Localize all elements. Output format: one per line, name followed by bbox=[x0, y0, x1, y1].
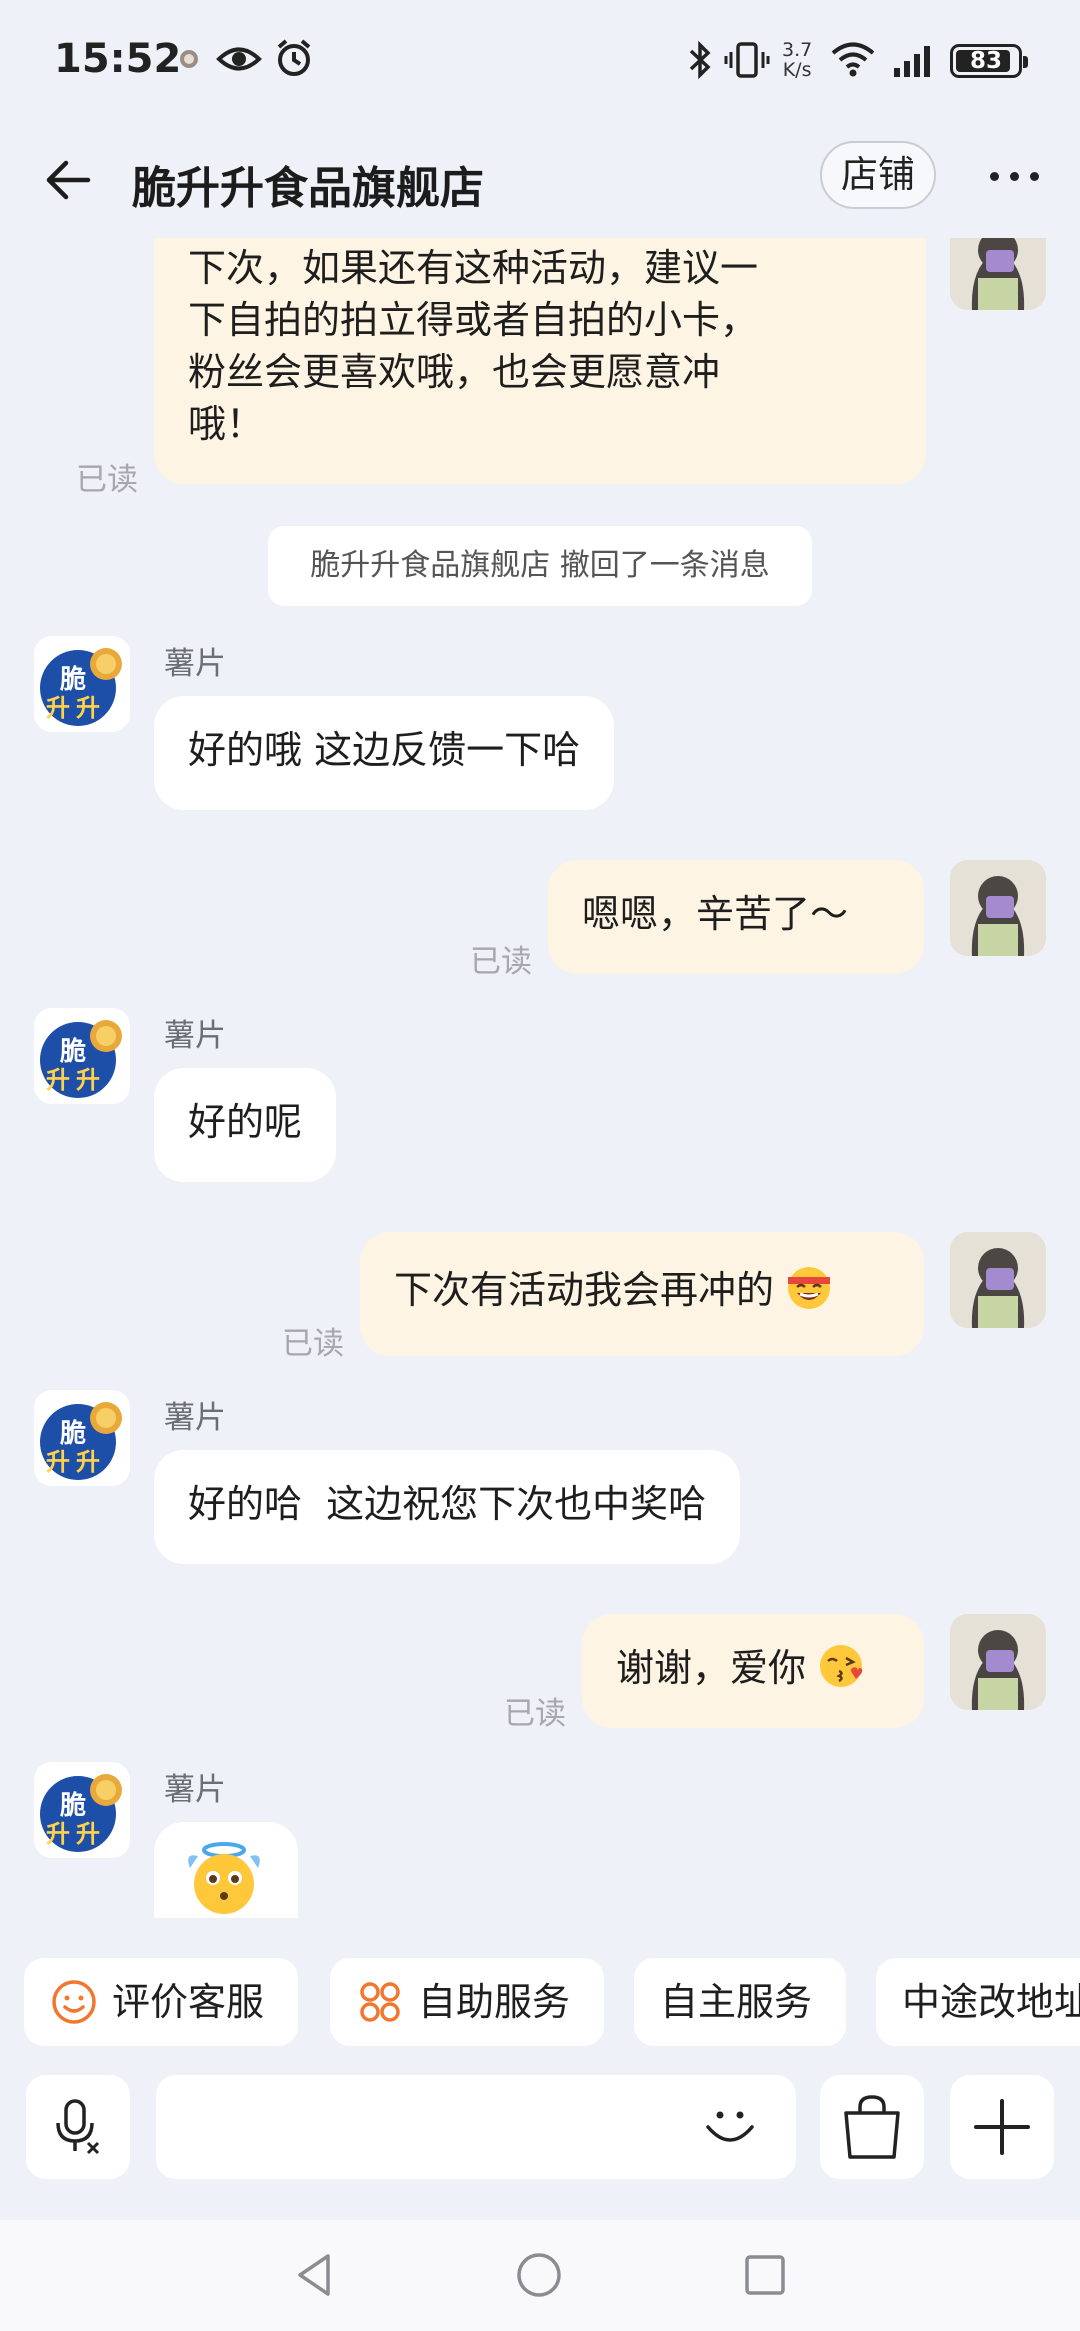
svg-text:升: 升 bbox=[46, 1448, 70, 1476]
wifi-icon bbox=[831, 42, 875, 77]
user-avatar-image bbox=[950, 1614, 1046, 1710]
sender-name: 薯片 bbox=[164, 1018, 226, 1054]
quick-action-label: 自助服务 bbox=[418, 1980, 571, 2024]
user-avatar[interactable] bbox=[950, 1614, 1046, 1710]
message-bubble-outgoing[interactable]: 嗯嗯，辛苦了～ bbox=[548, 860, 924, 974]
quick-action-rate-service[interactable]: 评价客服 bbox=[24, 1958, 298, 2046]
shop-avatar[interactable]: 脆 升 升 bbox=[34, 636, 130, 732]
quick-action-label: 中途改地址 bbox=[902, 1980, 1080, 2024]
eye-icon bbox=[216, 47, 262, 71]
message-bubble-incoming[interactable]: 好的哦 这边反馈一下哈 bbox=[154, 696, 615, 810]
chat-header: 脆升升食品旗舰店 店铺 bbox=[0, 120, 1080, 238]
message-line: 下次，如果还有这种活动，建议一 bbox=[188, 246, 759, 290]
nav-back-icon[interactable] bbox=[290, 2250, 340, 2300]
user-avatar-image bbox=[950, 860, 1046, 956]
sender-name: 薯片 bbox=[164, 1772, 226, 1808]
quick-action-change-address[interactable]: 中途改地址 bbox=[876, 1958, 1080, 2046]
status-bar: 15:52 3.7 K/s 83 bbox=[0, 0, 1080, 120]
shopping-bag-icon bbox=[844, 2095, 900, 2159]
system-message: 脆升升食品旗舰店 撤回了一条消息 bbox=[268, 526, 812, 606]
svg-text:升: 升 bbox=[46, 1066, 70, 1094]
shop-logo-icon: 脆 升 升 bbox=[34, 1762, 130, 1858]
user-avatar-image bbox=[950, 238, 1046, 310]
message-bubble-incoming[interactable]: 好的哈 这边祝您下次也中奖哈 bbox=[154, 1450, 741, 1564]
shopping-bag-button[interactable] bbox=[820, 2075, 924, 2179]
user-avatar[interactable] bbox=[950, 860, 1046, 956]
shop-logo-icon: 脆 升 升 bbox=[34, 1390, 130, 1486]
svg-text:升: 升 bbox=[76, 1448, 100, 1476]
more-icon[interactable] bbox=[986, 160, 1046, 190]
user-avatar[interactable] bbox=[950, 238, 1046, 310]
voice-input-icon bbox=[56, 2099, 100, 2155]
message-bubble-outgoing[interactable]: 下次，如果还有这种活动，建议一 下自拍的拍立得或者自拍的小卡， 粉丝会更喜欢哦，… bbox=[154, 238, 926, 484]
plus-icon bbox=[974, 2099, 1030, 2155]
battery-icon: 83 bbox=[950, 44, 1028, 78]
network-speed-unit: K/s bbox=[782, 59, 812, 81]
nav-recents-icon[interactable] bbox=[740, 2250, 790, 2300]
add-attachment-button[interactable] bbox=[950, 2075, 1054, 2179]
angel-face-sticker bbox=[188, 1842, 260, 1914]
system-nav-bar bbox=[0, 2220, 1080, 2331]
chat-messages[interactable]: 下次，如果还有这种活动，建议一 下自拍的拍立得或者自拍的小卡， 粉丝会更喜欢哦，… bbox=[0, 238, 1080, 1918]
shop-button[interactable]: 店铺 bbox=[820, 141, 936, 209]
message-input-bar bbox=[0, 2070, 1080, 2186]
small-app-icon bbox=[180, 50, 198, 68]
user-avatar[interactable] bbox=[950, 1232, 1046, 1328]
user-avatar-image bbox=[950, 1232, 1046, 1328]
sender-name: 薯片 bbox=[164, 1400, 226, 1436]
alarm-icon bbox=[277, 39, 311, 76]
quick-action-label: 自主服务 bbox=[660, 1980, 813, 2024]
quick-action-self-service[interactable]: 自助服务 bbox=[330, 1958, 604, 2046]
network-speed-value: 3.7 bbox=[782, 39, 813, 61]
message-text: 谢谢，爱你 bbox=[616, 1646, 807, 1690]
smile-circle-icon bbox=[52, 1980, 96, 2024]
shop-avatar[interactable]: 脆 升 升 bbox=[34, 1762, 130, 1858]
message-line: 下自拍的拍立得或者自拍的小卡， bbox=[188, 298, 759, 342]
read-status: 已读 bbox=[504, 1696, 566, 1732]
bluetooth-icon bbox=[689, 40, 711, 80]
read-status: 已读 bbox=[470, 944, 532, 980]
read-status: 已读 bbox=[282, 1326, 344, 1362]
page-title: 脆升升食品旗舰店 bbox=[132, 163, 484, 214]
message-bubble-outgoing[interactable]: 谢谢，爱你 bbox=[582, 1614, 924, 1728]
svg-text:升: 升 bbox=[46, 1820, 70, 1848]
svg-text:升: 升 bbox=[76, 1820, 100, 1848]
shop-logo-icon: 脆 升 升 bbox=[34, 636, 130, 732]
quick-actions-bar[interactable]: 评价客服 自助服务 自主服务 中途改地址 bbox=[0, 1958, 1080, 2050]
vibrate-icon bbox=[724, 42, 770, 78]
svg-text:升: 升 bbox=[76, 1066, 100, 1094]
quick-action-autonomous-service[interactable]: 自主服务 bbox=[634, 1958, 846, 2046]
shop-avatar[interactable]: 脆 升 升 bbox=[34, 1008, 130, 1104]
status-time: 15:52 bbox=[54, 36, 182, 82]
message-bubble-incoming[interactable]: 好的呢 bbox=[154, 1068, 337, 1182]
svg-text:升: 升 bbox=[46, 694, 70, 722]
svg-text:脆: 脆 bbox=[60, 1036, 86, 1067]
svg-text:脆: 脆 bbox=[60, 664, 86, 695]
svg-text:脆: 脆 bbox=[60, 1418, 86, 1449]
svg-text:升: 升 bbox=[76, 694, 100, 722]
message-line: 粉丝会更喜欢哦，也会更愿意冲 bbox=[188, 350, 721, 394]
sender-name: 薯片 bbox=[164, 646, 226, 682]
message-text: 下次有活动我会再冲的 bbox=[394, 1268, 775, 1312]
shop-avatar[interactable]: 脆 升 升 bbox=[34, 1390, 130, 1486]
read-status: 已读 bbox=[76, 462, 138, 498]
signal-icon bbox=[894, 46, 930, 77]
voice-input-button[interactable] bbox=[26, 2075, 130, 2179]
nav-home-icon[interactable] bbox=[514, 2250, 564, 2300]
message-bubble-outgoing[interactable]: 下次有活动我会再冲的 bbox=[360, 1232, 924, 1356]
message-line: 哦！ bbox=[188, 402, 265, 446]
network-speed: 3.7 K/s bbox=[782, 40, 812, 80]
svg-text:脆: 脆 bbox=[60, 1790, 86, 1821]
shop-logo-icon: 脆 升 升 bbox=[34, 1008, 130, 1104]
quick-action-label: 评价客服 bbox=[112, 1980, 265, 2024]
grid-dots-icon bbox=[360, 1982, 400, 2022]
back-arrow-icon[interactable] bbox=[40, 152, 96, 208]
kissing-face-emoji bbox=[820, 1645, 863, 1687]
grinning-face-emoji bbox=[788, 1267, 831, 1309]
message-bubble-incoming[interactable] bbox=[154, 1822, 298, 1918]
battery-level: 83 bbox=[969, 48, 1002, 74]
emoji-icon[interactable] bbox=[700, 2097, 760, 2157]
